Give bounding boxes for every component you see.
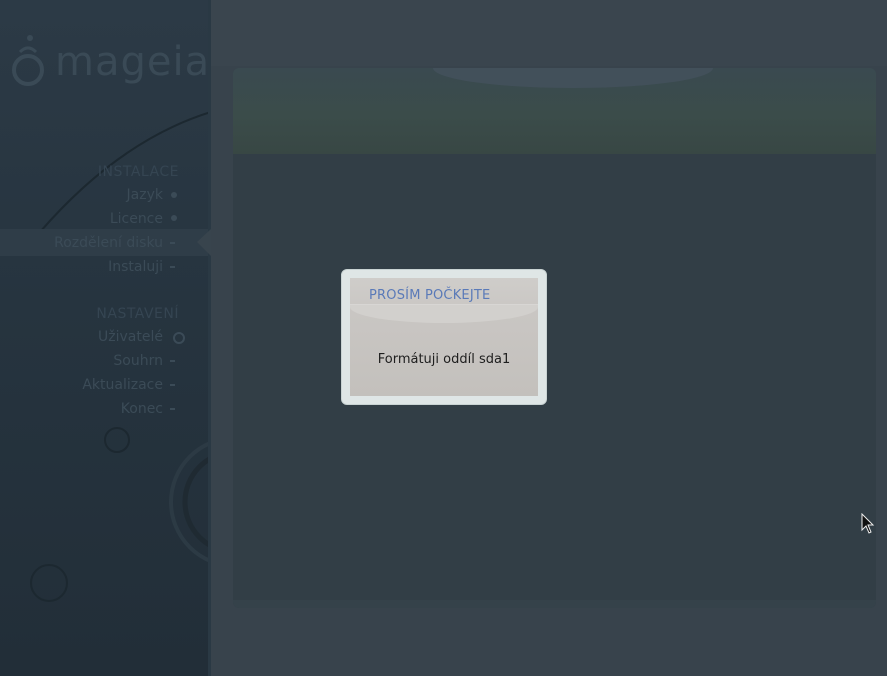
- wait-dialog: PROSÍM POČKEJTE Formátuji oddíl sda1: [341, 269, 547, 405]
- dialog-message: Formátuji oddíl sda1: [377, 352, 511, 367]
- active-step-arrow-icon: [197, 229, 211, 256]
- step-in-progress-ring-icon: [173, 332, 185, 344]
- dialog-header-divider: [350, 304, 538, 305]
- step-summary: Souhrn: [113, 353, 163, 369]
- step-done-dot-icon: [171, 215, 177, 221]
- step-language: Jazyk: [126, 187, 163, 203]
- step-pending-dash-icon: [170, 384, 175, 386]
- section-title-configuration: NASTAVENÍ: [96, 306, 179, 322]
- panel-banner: [233, 68, 876, 154]
- step-done-dot-icon: [171, 192, 177, 198]
- step-pending-dash-icon: [170, 266, 175, 268]
- section-title-installation: INSTALACE: [97, 164, 179, 180]
- step-pending-dash-icon: [170, 360, 175, 362]
- installer-screen: mageia INSTALACE Jazyk Licence Rozdělení…: [0, 0, 887, 676]
- step-pending-dash-icon: [170, 242, 175, 244]
- top-strip: [211, 0, 887, 66]
- step-finish: Konec: [120, 401, 163, 417]
- step-partitioning: Rozdělení disku: [54, 235, 163, 251]
- sidebar: mageia INSTALACE Jazyk Licence Rozdělení…: [0, 0, 211, 676]
- panel-bottom-edge: [233, 600, 876, 608]
- wait-dialog-body: PROSÍM POČKEJTE Formátuji oddíl sda1: [350, 278, 538, 396]
- step-updates: Aktualizace: [82, 377, 163, 393]
- main-area: [211, 0, 887, 676]
- step-license: Licence: [109, 211, 163, 227]
- step-installing: Instaluji: [108, 259, 163, 275]
- banner-glow: [433, 68, 713, 88]
- step-pending-dash-icon: [170, 408, 175, 410]
- mouse-pointer-icon: [861, 513, 875, 534]
- dialog-header-shape: [350, 305, 538, 323]
- step-users: Uživatelé: [98, 329, 163, 345]
- content-panel: [233, 68, 876, 608]
- dialog-title: PROSÍM POČKEJTE: [369, 288, 491, 303]
- brand-logo-text: mageia: [55, 39, 211, 85]
